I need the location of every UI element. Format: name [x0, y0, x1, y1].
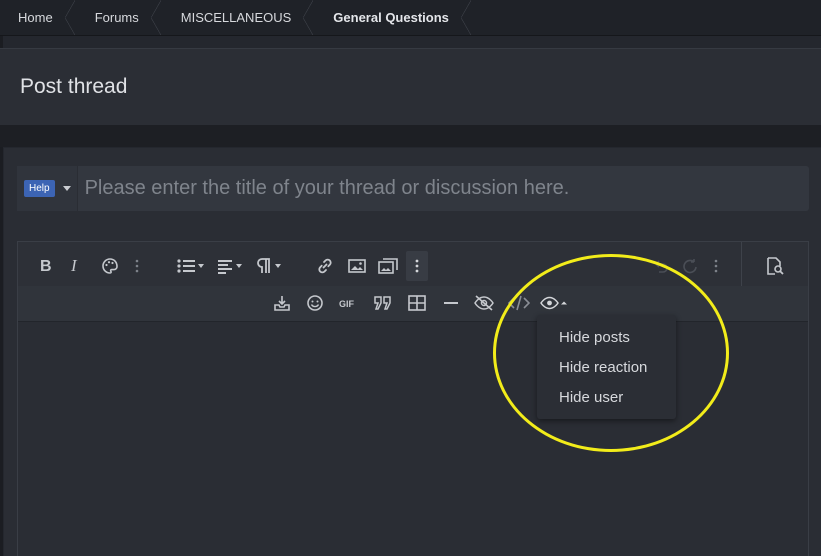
svg-text:I: I: [70, 257, 78, 273]
horizontal-rule-icon[interactable]: [441, 291, 461, 315]
hide-icon[interactable]: [540, 291, 570, 315]
image-icon[interactable]: [347, 254, 367, 278]
toolbar-divider: [741, 242, 742, 286]
page-header: Post thread: [0, 48, 821, 126]
palette-icon[interactable]: [100, 254, 120, 278]
rich-text-editor: B I GIF: [17, 241, 809, 556]
more-vertical-icon[interactable]: [133, 254, 141, 278]
smilie-icon[interactable]: [305, 291, 325, 315]
page-title: Post thread: [20, 75, 128, 98]
drafts-icon[interactable]: [272, 291, 292, 315]
code-icon[interactable]: [508, 291, 530, 315]
link-icon[interactable]: [315, 254, 335, 278]
undo-icon[interactable]: [650, 254, 670, 278]
thread-title-input[interactable]: [77, 166, 809, 211]
media-icon[interactable]: [378, 254, 400, 278]
editor-toolbar-main: B I: [18, 242, 808, 286]
more-vertical-icon[interactable]: [413, 254, 421, 278]
more-vertical-icon[interactable]: [712, 254, 720, 278]
quote-icon[interactable]: [372, 291, 394, 315]
preview-icon[interactable]: [764, 254, 786, 278]
svg-text:GIF: GIF: [339, 299, 355, 309]
breadcrumb-miscellaneous[interactable]: MISCELLANEOUS: [163, 0, 316, 35]
header-divider: [0, 125, 821, 147]
table-icon[interactable]: [407, 291, 427, 315]
breadcrumb-general-questions[interactable]: General Questions: [315, 0, 473, 35]
menu-item-hide-user[interactable]: Hide user: [559, 389, 623, 406]
gif-icon[interactable]: GIF: [338, 291, 360, 315]
list-icon[interactable]: [176, 254, 206, 278]
paragraph-icon[interactable]: [256, 254, 284, 278]
breadcrumb-forums[interactable]: Forums: [77, 0, 163, 35]
breadcrumb: Home Forums MISCELLANEOUS General Questi…: [0, 0, 821, 36]
chevron-down-icon: [62, 186, 71, 191]
menu-item-hide-posts[interactable]: Hide posts: [559, 329, 630, 346]
spoiler-icon[interactable]: [473, 291, 495, 315]
bold-icon[interactable]: B: [37, 253, 55, 277]
italic-icon[interactable]: I: [68, 253, 84, 277]
menu-item-hide-reaction[interactable]: Hide reaction: [559, 359, 647, 376]
thread-title-row: Help: [17, 166, 809, 211]
prefix-selector[interactable]: Help: [17, 166, 78, 211]
breadcrumb-home[interactable]: Home: [0, 0, 77, 35]
hide-dropdown-menu: Hide posts Hide reaction Hide user: [537, 315, 676, 419]
prefix-badge: Help: [24, 180, 55, 197]
redo-icon[interactable]: [679, 254, 699, 278]
editor-toolbar-extra: GIF: [18, 286, 808, 322]
align-icon[interactable]: [217, 254, 245, 278]
svg-text:B: B: [40, 258, 52, 273]
